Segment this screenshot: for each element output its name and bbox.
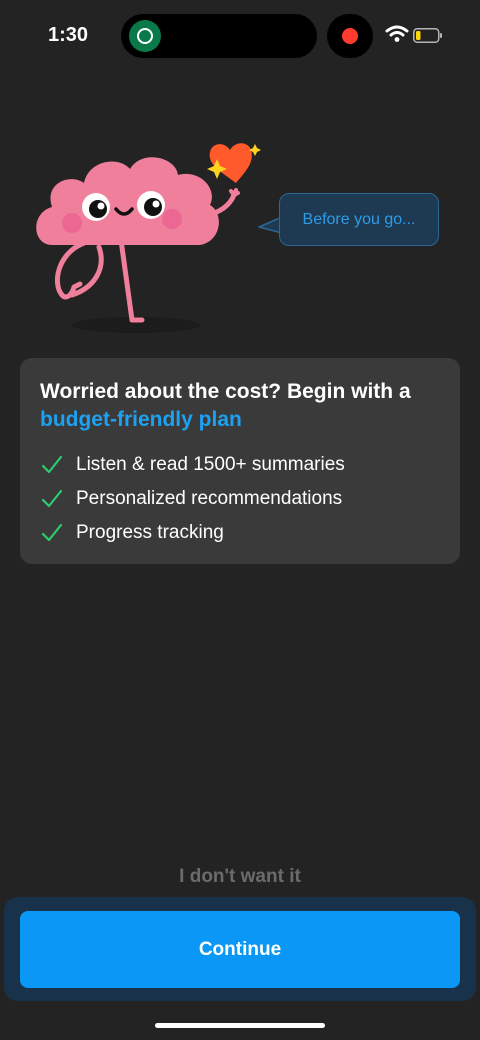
status-bar: 1:30 [0, 0, 480, 72]
brain-mascot-icon [36, 143, 261, 333]
offer-title: Worried about the cost? Begin with a bud… [40, 378, 450, 434]
screen-recording-indicator[interactable] [327, 14, 373, 58]
continue-button[interactable]: Continue [20, 911, 460, 988]
feature-item: Progress tracking [40, 516, 450, 550]
home-indicator[interactable] [155, 1023, 325, 1028]
feature-item: Listen & read 1500+ summaries [40, 448, 450, 482]
checkmark-icon [41, 489, 63, 508]
status-time: 1:30 [48, 24, 89, 46]
feature-item: Personalized recommendations [40, 482, 450, 516]
feature-label: Personalized recommendations [76, 488, 343, 509]
feature-label: Progress tracking [76, 522, 224, 543]
dynamic-island [121, 14, 317, 58]
starbucks-app-icon[interactable] [129, 20, 161, 52]
bottom-action-panel: Continue [4, 897, 476, 1001]
feature-label: Listen & read 1500+ summaries [76, 454, 345, 475]
offer-title-accent: budget-friendly plan [40, 408, 242, 431]
decline-link[interactable]: I don't want it [0, 866, 480, 888]
checkmark-icon [41, 455, 63, 474]
speech-bubble: Before you go... [279, 193, 439, 246]
offer-title-prefix: Worried about the cost? Begin with a [40, 380, 411, 403]
offer-card: Worried about the cost? Begin with a bud… [20, 358, 460, 564]
checkmark-icon [41, 523, 63, 542]
speech-bubble-text: Before you go... [302, 210, 416, 228]
record-indicator-icon [342, 28, 358, 44]
battery-icon [413, 28, 442, 43]
wifi-icon [385, 25, 409, 42]
feature-list: Listen & read 1500+ summaries Personaliz… [40, 448, 450, 550]
heart-icon [207, 143, 261, 183]
